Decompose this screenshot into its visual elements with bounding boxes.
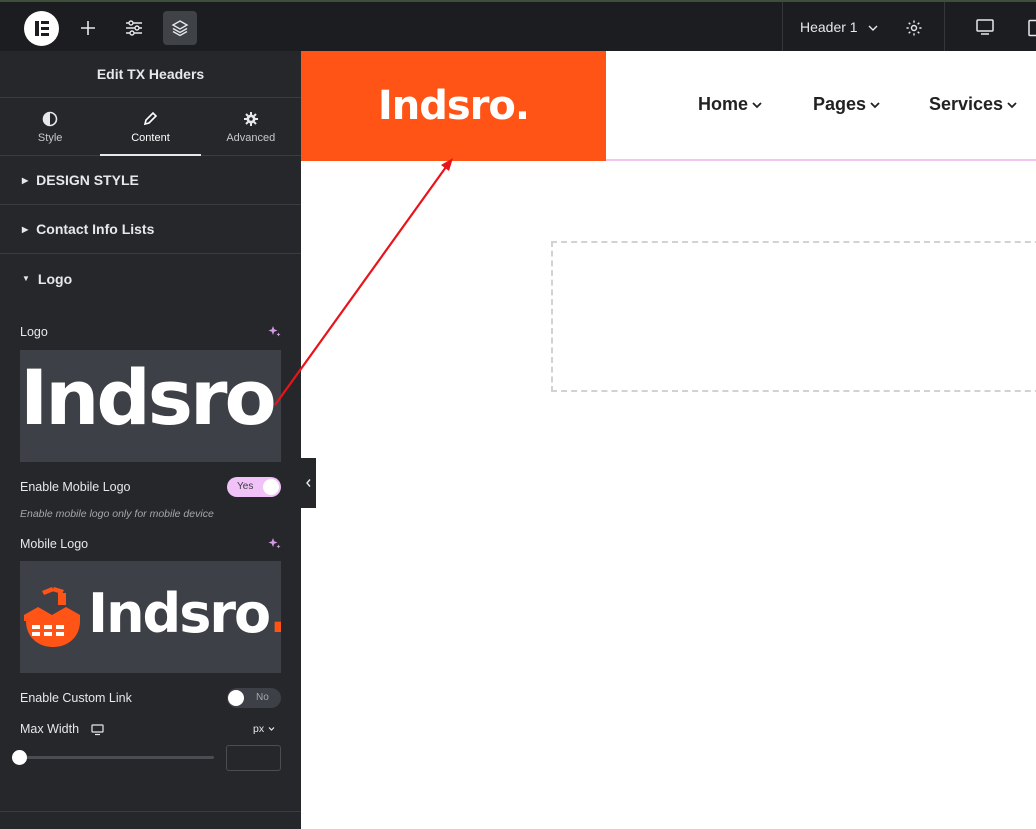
- panel-tabs: Style Content Advanced: [0, 98, 301, 156]
- tab-content[interactable]: Content: [100, 98, 201, 156]
- mobile-logo-word: Indsro: [88, 582, 271, 645]
- top-bar: Header 1: [0, 0, 1036, 53]
- chevron-down-icon[interactable]: [867, 20, 879, 38]
- section-contact-info-label: Contact Info Lists: [36, 221, 155, 237]
- tablet-icon[interactable]: [1018, 11, 1036, 45]
- caret-down-icon: ▼: [22, 274, 30, 283]
- enable-custom-link-label: Enable Custom Link: [20, 691, 132, 705]
- tab-advanced[interactable]: Advanced: [201, 98, 301, 155]
- gear-icon: [243, 109, 259, 129]
- nav-item-services[interactable]: Services: [929, 94, 1018, 115]
- mobile-logo-image-preview[interactable]: Indsro.: [20, 561, 281, 673]
- add-icon[interactable]: [71, 11, 105, 45]
- mobile-logo-hint: Enable mobile logo only for mobile devic…: [20, 508, 214, 520]
- section-logo-label: Logo: [37, 270, 73, 287]
- caret-right-icon: ▶: [22, 224, 29, 234]
- sparkle-icon[interactable]: [268, 325, 281, 341]
- tab-style[interactable]: Style: [0, 98, 100, 155]
- max-width-slider-handle[interactable]: [12, 750, 27, 765]
- factory-icon: [24, 587, 80, 647]
- sparkle-icon[interactable]: [268, 537, 281, 553]
- enable-mobile-logo-toggle[interactable]: Yes: [227, 477, 281, 497]
- caret-right-icon: ▶: [22, 175, 29, 185]
- layers-icon[interactable]: [163, 11, 197, 45]
- mobile-logo-image-text: Indsro.: [88, 587, 281, 641]
- header-template-title[interactable]: Header 1: [800, 19, 858, 35]
- gear-icon[interactable]: [897, 11, 931, 45]
- enable-custom-link-toggle[interactable]: No: [227, 688, 281, 708]
- tab-advanced-label: Advanced: [226, 132, 276, 144]
- max-width-input[interactable]: [226, 745, 281, 771]
- mobile-logo-dot: .: [269, 582, 281, 645]
- nav-home-label: Home: [698, 94, 749, 114]
- panel-divider: [0, 811, 301, 812]
- mobile-logo-field-label: Mobile Logo: [20, 537, 89, 551]
- sliders-icon[interactable]: [117, 11, 151, 45]
- nav-services-label: Services: [929, 94, 1004, 114]
- section-contact-info[interactable]: ▶ Contact Info Lists: [0, 205, 301, 254]
- section-design-style-label: DESIGN STYLE: [36, 172, 139, 188]
- logo-field-label: Logo: [20, 325, 48, 339]
- tab-content-label: Content: [131, 132, 170, 144]
- max-width-slider-track[interactable]: [20, 756, 214, 759]
- site-header-preview: Indsro. Home Pages Services: [301, 51, 1036, 161]
- nav-item-home[interactable]: Home: [698, 94, 763, 115]
- chevron-down-icon: [869, 100, 881, 110]
- chevron-down-icon: [268, 727, 275, 731]
- desktop-icon[interactable]: [957, 2, 1013, 53]
- section-logo[interactable]: ▼ Logo: [0, 254, 301, 303]
- site-logo-container[interactable]: Indsro.: [301, 51, 606, 161]
- unit-select[interactable]: px: [253, 723, 275, 735]
- section-design-style[interactable]: ▶ DESIGN STYLE: [0, 156, 301, 205]
- pencil-icon: [142, 109, 158, 129]
- max-width-label: Max Width: [20, 722, 80, 736]
- panel-title: Edit TX Headers: [0, 51, 301, 98]
- toggle-value: No: [256, 692, 269, 703]
- toggle-value: Yes: [237, 481, 254, 492]
- enable-mobile-logo-label: Enable Mobile Logo: [20, 480, 131, 494]
- desktop-icon[interactable]: [91, 723, 104, 741]
- unit-value: px: [253, 723, 265, 735]
- nav-item-pages[interactable]: Pages: [813, 94, 881, 115]
- collapse-panel-button[interactable]: [301, 458, 316, 508]
- chevron-down-icon: [1006, 100, 1018, 110]
- nav-pages-label: Pages: [813, 94, 867, 114]
- tab-style-label: Style: [37, 132, 63, 144]
- chevron-left-icon: [306, 479, 311, 487]
- logo-image-preview[interactable]: Indsro.: [20, 350, 281, 462]
- elementor-logo-icon[interactable]: [24, 11, 59, 46]
- site-logo: Indsro.: [377, 83, 530, 129]
- empty-drop-area[interactable]: [551, 241, 1036, 392]
- half-circle-icon: [42, 109, 58, 129]
- chevron-down-icon: [751, 100, 763, 110]
- logo-image-text: Indsro.: [20, 353, 281, 442]
